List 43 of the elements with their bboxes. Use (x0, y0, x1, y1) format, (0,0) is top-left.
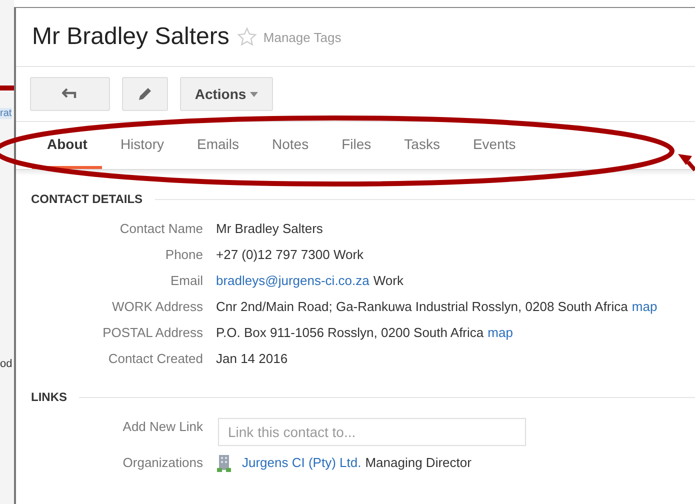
field-value: Jan 14 2016 (216, 350, 288, 368)
caret-icon (250, 92, 258, 96)
annotation-arrow (678, 154, 695, 172)
field-value: Managing Director (365, 454, 472, 472)
field-label: Email (169, 272, 203, 290)
background-text: od (0, 358, 12, 370)
field-label: POSTAL Address (102, 324, 203, 342)
field-label: Add New Link (122, 418, 203, 436)
tab[interactable]: Files (326, 122, 386, 169)
field-label: Phone (164, 246, 203, 264)
manage-tags-link[interactable]: Manage Tags (263, 30, 342, 44)
background-text: rat (0, 108, 12, 119)
field-value: Mr Bradley Salters (216, 220, 323, 238)
annotation-line (0, 86, 14, 90)
edit-button[interactable] (122, 77, 168, 111)
field-label: Contact Created (107, 350, 203, 368)
tab[interactable]: Tasks (389, 122, 455, 169)
tab[interactable]: Emails (182, 122, 254, 169)
actions-button[interactable]: Actions (180, 77, 273, 111)
field-value: +27 (0)12 797 7300 Work (216, 246, 364, 264)
section-heading: CONTACT DETAILS (31, 192, 143, 206)
section-heading: LINKS (31, 390, 67, 404)
contact-title: Mr Bradley Salters (32, 23, 230, 51)
field-value: Work (373, 272, 404, 290)
field-label: Contact Name (118, 220, 203, 238)
building-icon (216, 454, 232, 472)
link[interactable]: map (488, 324, 513, 342)
field-value: Cnr 2nd/Main Road; Ga-Rankuwa Industrial Rosslyn, 0208 South Africa (216, 298, 628, 316)
field-label: WORK Address (110, 298, 203, 316)
link[interactable]: map (632, 298, 658, 316)
back-button[interactable] (30, 77, 110, 111)
field-value: P.O. Box 911-1056 Rosslyn, 0200 South Africa (216, 324, 484, 342)
field-label: Organizations (122, 454, 203, 472)
tab[interactable]: History (105, 122, 179, 169)
organization-link[interactable]: Jurgens CI (Pty) Ltd. (242, 454, 362, 472)
link-input-field[interactable]: Link this contact to... (218, 418, 526, 446)
back-arrow-icon (62, 88, 78, 100)
tab[interactable]: About (32, 122, 102, 169)
pencil-icon (137, 86, 153, 102)
star-icon[interactable] (237, 27, 258, 47)
tab[interactable]: Notes (257, 122, 324, 169)
link[interactable]: bradleys@jurgens-ci.co.za (216, 272, 370, 290)
tab[interactable]: Events (458, 122, 531, 169)
